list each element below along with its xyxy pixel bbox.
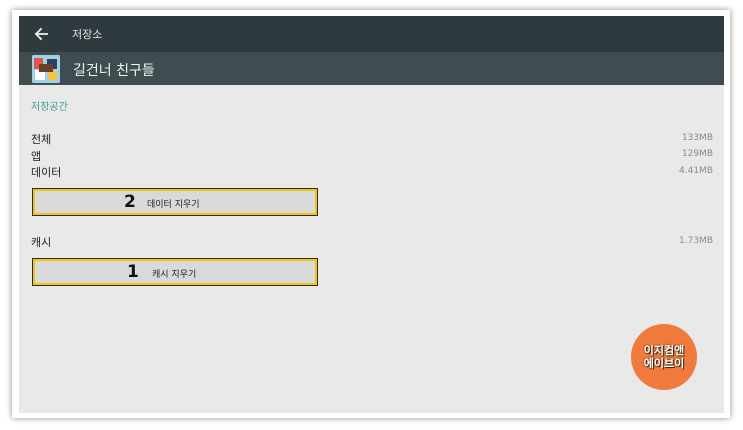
app-size-value: 129MB <box>681 149 713 159</box>
step-number: 1 <box>127 262 139 282</box>
app-header: 길건너 친구들 <box>19 52 724 85</box>
app-size-label: 앱 <box>31 150 42 163</box>
toolbar-title: 저장소 <box>72 28 103 41</box>
app-icon <box>32 55 60 83</box>
watermark-badge: 이지컴앤 에이브이 <box>631 324 697 390</box>
clear-cache-button[interactable]: 1 캐시 지우기 <box>32 258 318 286</box>
toolbar: 저장소 <box>19 16 724 52</box>
clear-data-button[interactable]: 2 데이터 지우기 <box>32 188 318 216</box>
data-size-value: 4.41MB <box>679 166 713 176</box>
step-number: 2 <box>124 192 136 212</box>
badge-line-2: 에이브이 <box>643 357 685 370</box>
back-button[interactable] <box>31 24 51 44</box>
cache-value: 1.73MB <box>679 236 713 246</box>
total-label: 전체 <box>31 133 52 146</box>
arrow-left-icon <box>34 27 48 41</box>
app-name: 길건너 친구들 <box>73 63 155 79</box>
storage-section-title: 저장공간 <box>31 102 68 113</box>
clear-cache-label: 캐시 지우기 <box>152 270 197 280</box>
badge-line-1: 이지컴앤 <box>643 344 685 357</box>
storage-screen: 저장소 길건너 친구들 저장공간 전체 133MB 앱 129MB 데이터 4.… <box>19 16 724 413</box>
total-value: 133MB <box>681 133 713 143</box>
data-size-label: 데이터 <box>31 166 62 179</box>
cache-label: 캐시 <box>31 236 52 249</box>
clear-data-label: 데이터 지우기 <box>147 200 200 210</box>
